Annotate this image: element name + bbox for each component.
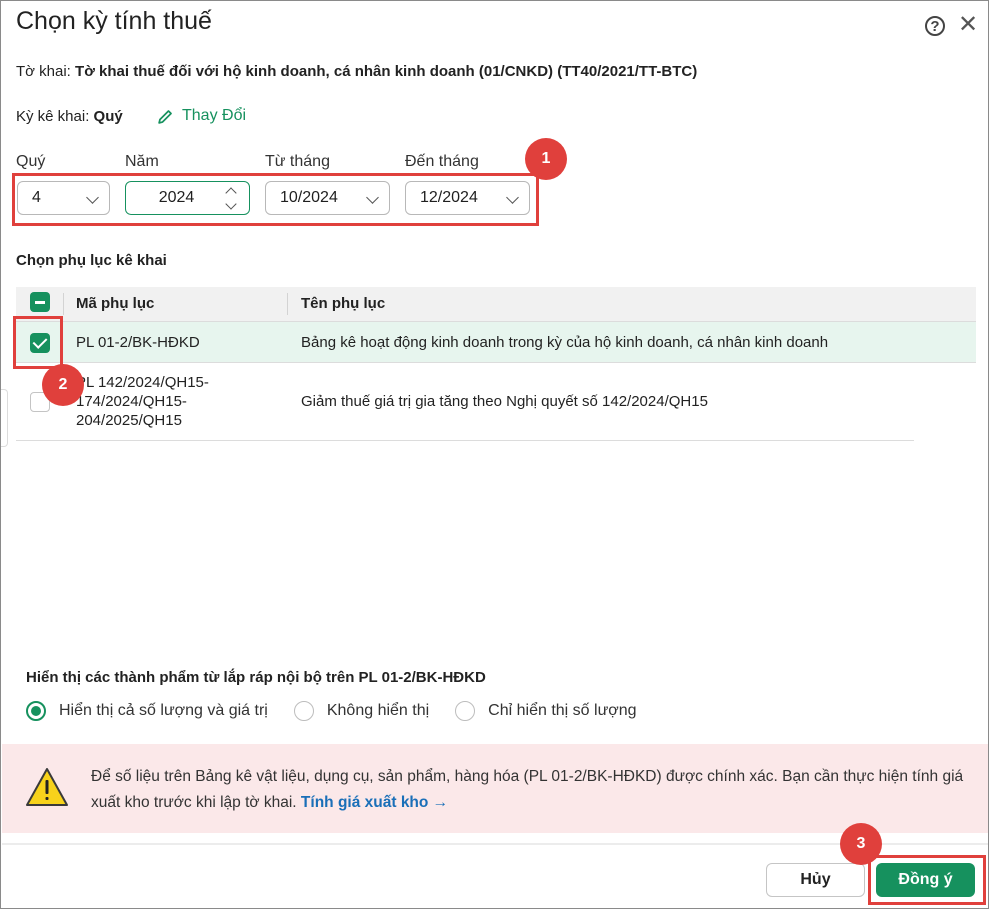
help-icon[interactable]: ? bbox=[925, 16, 945, 36]
declaration-label: Tờ khai: bbox=[16, 63, 71, 80]
declaration-row: Tờ khai: Tờ khai thuế đối với hộ kinh do… bbox=[16, 63, 697, 80]
period-row: Kỳ kê khai: Quý bbox=[16, 108, 123, 125]
select-all-checkbox[interactable] bbox=[30, 292, 50, 312]
to-month-label: Đến tháng bbox=[405, 153, 479, 170]
annotation-box-1 bbox=[12, 173, 539, 226]
row-code: PL 142/2024/QH15- 174/2024/QH15- 204/202… bbox=[76, 373, 209, 430]
row-code-line: PL 142/2024/QH15- bbox=[76, 374, 209, 391]
row-name: Bảng kê hoạt động kinh doanh trong kỳ củ… bbox=[301, 334, 829, 351]
cancel-button[interactable]: Hủy bbox=[766, 863, 865, 897]
choose-tax-period-dialog: Chọn kỳ tính thuế ? ✕ Tờ khai: Tờ khai t… bbox=[0, 0, 989, 909]
annotation-badge-2: 2 bbox=[42, 364, 84, 406]
annotation-badge-3: 3 bbox=[840, 823, 882, 865]
pencil-icon bbox=[158, 109, 172, 124]
warning-banner: Để số liệu trên Bảng kê vật liệu, dụng c… bbox=[2, 744, 988, 833]
row-code-line: 204/2025/QH15 bbox=[76, 412, 182, 429]
annotation-box-2 bbox=[13, 316, 63, 369]
side-panel-handle[interactable] bbox=[1, 389, 8, 447]
period-label: Kỳ kê khai: bbox=[16, 108, 90, 125]
declaration-value: Tờ khai thuế đối với hộ kinh doanh, cá n… bbox=[75, 63, 698, 80]
column-header-name: Tên phụ lục bbox=[301, 295, 386, 312]
warning-message: Để số liệu trên Bảng kê vật liệu, dụng c… bbox=[91, 768, 964, 811]
from-month-label: Từ tháng bbox=[265, 153, 330, 170]
dialog-title: Chọn kỳ tính thuế bbox=[16, 7, 212, 35]
radio-label: Hiển thị cả số lượng và giá trị bbox=[59, 702, 268, 719]
table-row[interactable]: PL 142/2024/QH15- 174/2024/QH15- 204/202… bbox=[16, 363, 914, 441]
table-header: Mã phụ lục Tên phụ lục bbox=[16, 287, 976, 322]
period-value: Quý bbox=[93, 108, 123, 125]
change-period-label: Thay Đổi bbox=[182, 107, 247, 124]
radio-button[interactable] bbox=[455, 701, 476, 721]
radio-label: Chỉ hiển thị số lượng bbox=[488, 702, 637, 719]
radio-show-quantity-only[interactable]: Chỉ hiển thị số lượng bbox=[455, 701, 637, 721]
warning-text: Để số liệu trên Bảng kê vật liệu, dụng c… bbox=[91, 764, 971, 816]
radio-label: Không hiển thị bbox=[326, 702, 430, 719]
column-header-code: Mã phụ lục bbox=[76, 295, 155, 312]
row-code: PL 01-2/BK-HĐKD bbox=[76, 334, 200, 351]
annotation-badge-1: 1 bbox=[525, 138, 567, 180]
row-code-line: 174/2024/QH15- bbox=[76, 393, 187, 410]
calculate-export-price-link[interactable]: Tính giá xuất kho → bbox=[301, 794, 448, 811]
year-label: Năm bbox=[125, 153, 159, 170]
column-divider bbox=[287, 293, 288, 315]
radio-show-quantity-and-value[interactable]: Hiển thị cả số lượng và giá trị bbox=[26, 701, 268, 721]
radio-hide[interactable]: Không hiển thị bbox=[293, 701, 430, 721]
column-divider bbox=[63, 293, 64, 315]
radio-button-selected[interactable] bbox=[26, 701, 46, 721]
display-option-title: Hiển thị các thành phẩm từ lắp ráp nội b… bbox=[26, 669, 486, 686]
table-row[interactable]: PL 01-2/BK-HĐKD Bảng kê hoạt động kinh d… bbox=[16, 322, 976, 363]
annotation-box-3 bbox=[868, 855, 986, 905]
quarter-label: Quý bbox=[16, 153, 46, 170]
close-icon[interactable]: ✕ bbox=[958, 13, 978, 37]
row-name: Giảm thuế giá trị gia tăng theo Nghị quy… bbox=[301, 393, 708, 410]
appendix-section-title: Chọn phụ lục kê khai bbox=[16, 252, 167, 269]
change-period-link[interactable]: Thay Đổi bbox=[157, 107, 246, 125]
display-radio-group: Hiển thị cả số lượng và giá trị Không hi… bbox=[26, 701, 637, 721]
radio-button[interactable] bbox=[293, 701, 314, 721]
warning-triangle-icon bbox=[26, 768, 68, 806]
